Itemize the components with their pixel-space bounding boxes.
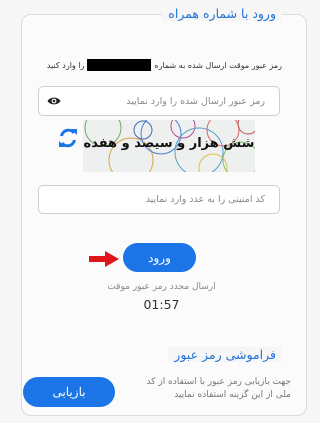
otp-info-prefix: رمز عبور موقت ارسال شده به شماره bbox=[154, 60, 282, 70]
captcha-input-placeholder: کد امنیتی را به عدد وارد نمایید bbox=[145, 194, 265, 205]
masked-phone-number bbox=[87, 59, 152, 71]
otp-password-placeholder: رمز عبور ارسال شده را وارد نمایید bbox=[126, 95, 265, 107]
eye-icon[interactable] bbox=[47, 95, 61, 107]
reset-password-button[interactable]: بازیابی bbox=[23, 377, 115, 407]
otp-info-text: رمز عبور موقت ارسال شده به شماره را وارد… bbox=[47, 59, 282, 71]
otp-password-field[interactable]: رمز عبور ارسال شده را وارد نمایید bbox=[38, 86, 280, 116]
login-section-title: ورود با شماره همراه bbox=[162, 6, 282, 21]
captcha-text: شش هزار و سیصد و هفده bbox=[83, 136, 255, 151]
refresh-icon[interactable] bbox=[58, 127, 78, 149]
login-button[interactable]: ورود bbox=[123, 243, 196, 272]
forgot-description: جهت بازیابی رمز عبور با استفاده از کد مل… bbox=[146, 377, 291, 400]
forgot-section-title: فراموشی رمز عبور bbox=[168, 347, 282, 362]
captcha-image: شش هزار و سیصد و هفده bbox=[83, 120, 255, 172]
arrow-right-icon bbox=[89, 251, 119, 267]
otp-info-suffix: را وارد کنید bbox=[46, 60, 85, 70]
captcha-input[interactable]: کد امنیتی را به عدد وارد نمایید bbox=[38, 185, 280, 214]
resend-otp-link[interactable]: ارسال مجدد رمز عبور موقت bbox=[3, 282, 320, 292]
otp-countdown-timer: 01:57 bbox=[143, 297, 180, 312]
